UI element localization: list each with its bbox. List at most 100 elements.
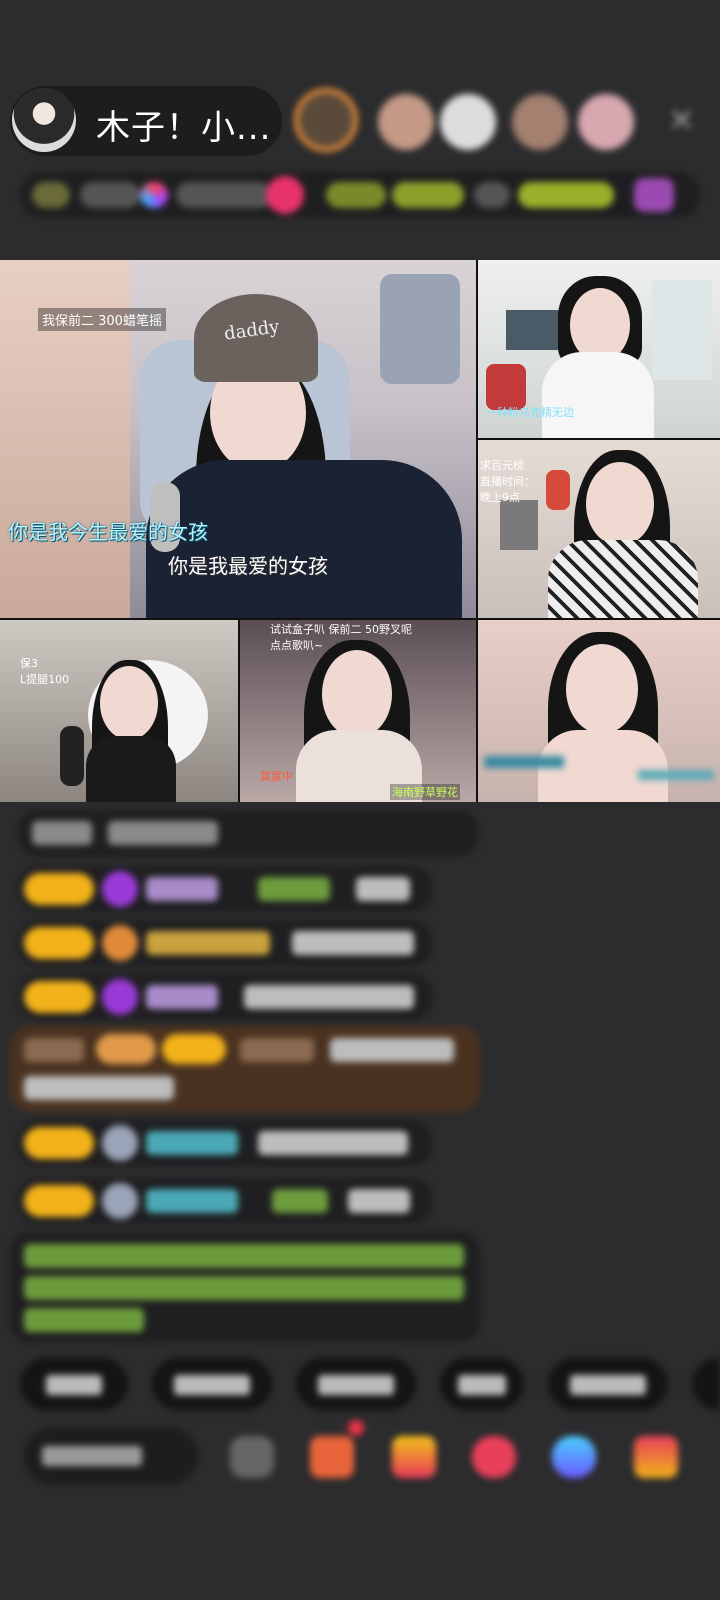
- chat-message[interactable]: [18, 974, 432, 1020]
- guest-video-tile[interactable]: 保3 L提腿100: [0, 620, 238, 802]
- main-video-tile[interactable]: daddy 我保前二 300蜡笔摇 你是我今生最爱的女孩 你是我最爱的女孩: [0, 260, 476, 618]
- guest-face: [570, 288, 630, 362]
- guest-caption: 求百元榜 直播时间： 晚上9点: [480, 458, 535, 506]
- guest-video-tile[interactable]: 试试盒子叭 保前二 50野叉呢 点点歌叭~ 寞寞中 海南野草野花: [240, 620, 476, 802]
- toy: [546, 470, 570, 510]
- chat-username[interactable]: [146, 1189, 238, 1213]
- badge-icon: [96, 1034, 156, 1064]
- lyric-line-2: 你是我最爱的女孩: [168, 554, 328, 578]
- curtain: [652, 280, 712, 380]
- chat-system-message: [18, 810, 478, 856]
- tag-chip: [326, 182, 386, 208]
- notice-text: [24, 1276, 464, 1300]
- guest-caption: 一种粉乌克精无边: [486, 406, 574, 419]
- chat-username[interactable]: [258, 877, 330, 901]
- viewer-avatar[interactable]: [578, 94, 634, 150]
- comment-input[interactable]: [24, 1428, 198, 1484]
- close-icon[interactable]: ✕: [668, 104, 695, 136]
- viewer-avatar[interactable]: [512, 94, 568, 150]
- chat-username[interactable]: [24, 1038, 84, 1062]
- host-name: 木子！小...: [96, 108, 272, 148]
- chat-message[interactable]: [18, 920, 432, 966]
- more-icon[interactable]: [634, 1436, 678, 1478]
- notice-text: [24, 1308, 144, 1332]
- gift-box-icon[interactable]: [392, 1436, 436, 1478]
- quick-reply-chip[interactable]: [20, 1358, 128, 1410]
- guest-caption: 保3 L提腿100: [20, 656, 69, 688]
- room-tag-bar[interactable]: [20, 172, 700, 218]
- viewer-avatar[interactable]: [378, 94, 434, 150]
- gift-icon[interactable]: [472, 1436, 516, 1478]
- rank-icon: [32, 182, 70, 208]
- guest-body: [86, 736, 176, 802]
- chat-message[interactable]: [18, 1120, 432, 1166]
- guest-face: [566, 644, 638, 734]
- colorful-icon: [140, 182, 168, 208]
- diamond-icon: [102, 979, 138, 1015]
- level-badge: [162, 1034, 226, 1064]
- guest-caption-bottom: 海南野草野花: [390, 784, 460, 800]
- level-badge: [24, 927, 94, 959]
- chat-text: [244, 985, 414, 1009]
- chip-label: [174, 1375, 250, 1395]
- notice-text: [24, 1244, 464, 1268]
- chip-label: [570, 1375, 646, 1395]
- level-badge: [24, 981, 94, 1013]
- quick-reply-chip[interactable]: [296, 1358, 416, 1410]
- guest-video-tile[interactable]: 一种粉乌克精无边: [478, 260, 720, 438]
- guest-face: [586, 462, 654, 546]
- tag-chip: [176, 182, 272, 208]
- level-badge: [24, 873, 94, 905]
- quick-reply-chip[interactable]: [692, 1358, 720, 1410]
- chat-highlight-message[interactable]: [10, 1026, 480, 1112]
- caption-line: 直播时间：: [480, 475, 535, 488]
- guest-video-tile[interactable]: [478, 620, 720, 802]
- top-viewer-avatar[interactable]: [294, 88, 358, 152]
- sticker: [486, 364, 526, 410]
- cap: daddy: [194, 294, 318, 382]
- chat-message[interactable]: [18, 866, 432, 912]
- caption-line: L提腿100: [20, 673, 70, 686]
- viewer-avatar[interactable]: [440, 94, 496, 150]
- chat-message[interactable]: [18, 1178, 432, 1224]
- chat-username[interactable]: [272, 1189, 328, 1213]
- emoji-icon[interactable]: [230, 1436, 274, 1478]
- quick-reply-chip[interactable]: [548, 1358, 668, 1410]
- level-badge: [24, 1185, 94, 1217]
- caption-line: 晚上9点: [480, 491, 520, 504]
- avatar[interactable]: [102, 1125, 138, 1161]
- fan-icon: [102, 925, 138, 961]
- guest-caption-blurred: [484, 756, 564, 768]
- diamond-icon: [102, 871, 138, 907]
- host-info-pill[interactable]: 木子！小...: [10, 86, 282, 156]
- guest-body: [548, 540, 698, 618]
- quick-reply-chip[interactable]: [440, 1358, 524, 1410]
- guest-body: [542, 352, 654, 438]
- chat-username[interactable]: [146, 877, 218, 901]
- chat-text: [108, 821, 218, 845]
- gift-icon: [634, 178, 674, 212]
- input-placeholder: [42, 1446, 142, 1466]
- guest-caption-top: 试试盒子叭 保前二 50野叉呢: [270, 623, 412, 636]
- chat-username[interactable]: [240, 1038, 314, 1062]
- shop-icon[interactable]: [310, 1436, 354, 1478]
- chip-label: [46, 1375, 102, 1395]
- avatar[interactable]: [102, 1183, 138, 1219]
- heart-icon: [266, 176, 304, 214]
- share-icon[interactable]: [552, 1436, 596, 1478]
- notification-dot: [348, 1420, 364, 1436]
- cap-text: daddy: [222, 316, 281, 345]
- microphone: [60, 726, 84, 786]
- chat-username[interactable]: [146, 931, 270, 955]
- quick-reply-chip[interactable]: [152, 1358, 272, 1410]
- tag-chip: [392, 182, 464, 208]
- guest-caption-red: 寞寞中: [260, 770, 293, 783]
- chat-text: [292, 931, 414, 955]
- tag-chip: [474, 182, 510, 208]
- guest-video-tile[interactable]: 求百元榜 直播时间： 晚上9点: [478, 440, 720, 618]
- chat-text: [348, 1189, 410, 1213]
- host-avatar[interactable]: [12, 88, 76, 152]
- chat-username[interactable]: [146, 985, 218, 1009]
- lyric-line-1: 你是我今生最爱的女孩: [8, 520, 208, 544]
- chat-username[interactable]: [146, 1131, 238, 1155]
